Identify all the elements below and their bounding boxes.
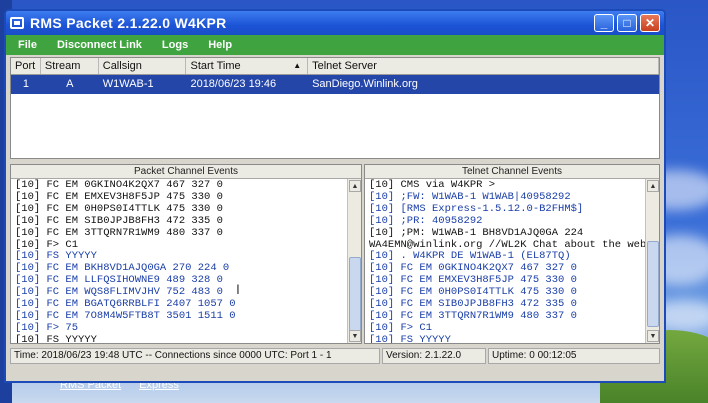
telnet-events-panel: Telnet Channel Events [10] CMS via W4KPR… (364, 164, 660, 344)
cell-callsign: W1WAB-1 (102, 78, 154, 90)
packet-events-panel: Packet Channel Events [10] FC EM 0GKINO4… (10, 164, 362, 344)
column-header-callsign[interactable]: Callsign (99, 58, 187, 74)
status-uptime: Uptime: 0 00:12:05 (488, 348, 660, 364)
log-line: [10] FS YYYYY (369, 333, 451, 343)
title-bar[interactable]: RMS Packet 2.1.22.0 W4KPR _ □ ✕ (6, 11, 664, 35)
scroll-thumb[interactable] (349, 257, 361, 339)
text-cursor-icon: I (236, 281, 240, 297)
sort-ascending-icon: ▲ (293, 61, 302, 70)
cell-start-time: 2018/06/23 19:46 (190, 78, 277, 90)
log-line: [10] FC EM 3TTQRN7R1WM9 480 337 0 (15, 226, 223, 239)
close-button[interactable]: ✕ (640, 14, 660, 32)
scroll-up-icon[interactable]: ▲ (647, 180, 659, 192)
log-line: [10] FS YYYYY (15, 333, 97, 343)
menu-help[interactable]: Help (208, 39, 232, 51)
cell-port: 1 (22, 78, 30, 90)
table-row[interactable]: 1 A W1WAB-1 2018/06/23 19:46 SanDiego.Wi… (11, 75, 659, 94)
maximize-button[interactable]: □ (617, 14, 637, 32)
cell-stream: A (66, 78, 74, 90)
log-line: [10] ;PM: W1WAB-1 BH8VD1AJQ0GA 224 (369, 226, 584, 239)
scroll-thumb[interactable] (647, 241, 659, 327)
column-header-telnet-server[interactable]: Telnet Server (308, 58, 659, 74)
menu-logs[interactable]: Logs (162, 39, 188, 51)
connections-table: Port Stream Callsign Start Time ▲ Telnet … (10, 57, 660, 159)
log-line: [10] [RMS Express-1.5.12.0-B2FHM$] (369, 202, 584, 215)
scroll-down-icon[interactable]: ▼ (349, 330, 361, 342)
log-line: [10] F> C1 (369, 321, 433, 334)
status-version: Version: 2.1.22.0 (382, 348, 486, 364)
status-bar: Time: 2018/06/23 19:48 UTC -- Connection… (10, 348, 660, 364)
column-header-port[interactable]: Port (11, 58, 41, 74)
rms-packet-window: RMS Packet 2.1.22.0 W4KPR _ □ ✕ File Dis… (4, 9, 666, 383)
log-line: [10] FC EM SIB0JPJB8FH3 472 335 0 (15, 214, 223, 227)
menu-file[interactable]: File (18, 39, 37, 51)
menu-disconnect-link[interactable]: Disconnect Link (57, 39, 142, 51)
table-header: Port Stream Callsign Start Time ▲ Telnet … (11, 58, 659, 75)
minimize-button[interactable]: _ (594, 14, 614, 32)
menu-bar: File Disconnect Link Logs Help (6, 35, 664, 55)
log-line: [10] FC EM 0H0PS0I4TTLK 475 330 0 (15, 202, 223, 215)
column-header-stream[interactable]: Stream (41, 58, 99, 74)
app-icon (10, 17, 24, 29)
column-header-start-time[interactable]: Start Time ▲ (186, 58, 309, 74)
window-title: RMS Packet 2.1.22.0 W4KPR (30, 15, 227, 31)
log-line: [10] F> 75 (15, 321, 79, 334)
cell-telnet-server: SanDiego.Winlink.org (312, 78, 418, 90)
status-time: Time: 2018/06/23 19:48 UTC -- Connection… (10, 348, 380, 364)
scroll-up-icon[interactable]: ▲ (349, 180, 361, 192)
log-line: [10] ;PR: 40958292 (369, 214, 483, 227)
telnet-scrollbar[interactable]: ▲ ▼ (645, 179, 659, 343)
telnet-events-log[interactable]: [10] CMS via W4KPR > [10] ;FW: W1WAB-1 W1… (365, 179, 645, 343)
telnet-panel-title: Telnet Channel Events (365, 165, 659, 179)
packet-panel-title: Packet Channel Events (11, 165, 361, 179)
packet-scrollbar[interactable]: ▲ ▼ (347, 179, 361, 343)
packet-events-log[interactable]: [10] FC EM 0GKINO4K2QX7 467 327 0 [10] FC… (11, 179, 347, 343)
scroll-down-icon[interactable]: ▼ (647, 330, 659, 342)
